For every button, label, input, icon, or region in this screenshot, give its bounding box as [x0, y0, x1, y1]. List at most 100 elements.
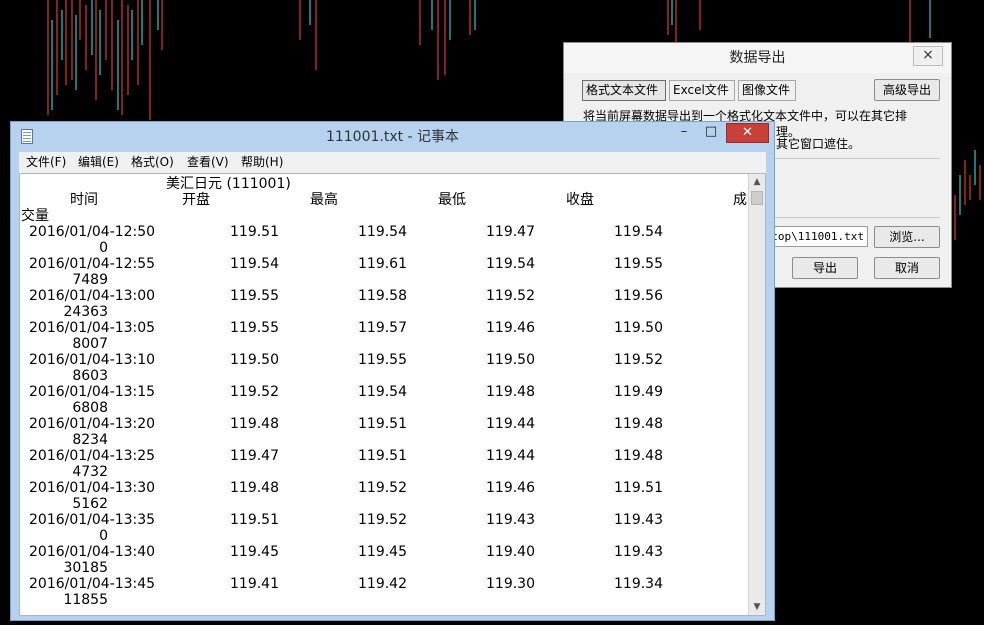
row-volume-cell: 5162	[72, 496, 108, 512]
row-low-cell: 119.46	[486, 480, 535, 496]
scroll-up-icon[interactable]: ▲	[749, 174, 765, 190]
menu-file[interactable]: 文件(F)	[26, 152, 66, 173]
scrollbar-thumb[interactable]	[751, 191, 763, 205]
row-volume-cell: 8007	[72, 336, 108, 352]
dialog-close-button[interactable]: ×	[913, 46, 943, 66]
row-close-cell: 119.48	[614, 448, 663, 464]
menu-bar: 文件(F) 编辑(E) 格式(O) 查看(V) 帮助(H)	[19, 152, 766, 173]
vertical-scrollbar[interactable]: ▲ ▼	[748, 174, 765, 615]
column-header-volume-wrap: 交量	[21, 208, 49, 224]
advanced-export-button[interactable]: 高级导出	[874, 79, 940, 101]
row-open-cell: 119.51	[230, 512, 279, 528]
row-close-cell: 119.49	[614, 384, 663, 400]
row-low-cell: 119.40	[486, 544, 535, 560]
dialog-title: 数据导出	[564, 43, 951, 73]
row-close-cell: 119.48	[614, 416, 663, 432]
row-close-cell: 119.51	[614, 480, 663, 496]
row-close-cell: 119.34	[614, 576, 663, 592]
menu-format[interactable]: 格式(O)	[131, 152, 174, 173]
row-close-cell: 119.43	[614, 512, 663, 528]
row-time-cell: 2016/01/04-13:40	[29, 544, 156, 560]
row-close-cell: 119.54	[614, 224, 663, 240]
text-editor-area[interactable]: 美汇日元 (111001) 时间 开盘 最高 最低 收盘 成 交量 2016/0…	[19, 173, 766, 616]
column-header-low: 最低	[438, 192, 466, 208]
row-time-cell: 2016/01/04-13:15	[29, 384, 156, 400]
row-close-cell: 119.43	[614, 544, 663, 560]
row-volume-cell: 0	[99, 240, 108, 256]
menu-edit[interactable]: 编辑(E)	[78, 152, 119, 173]
row-time-cell: 2016/01/04-13:00	[29, 288, 156, 304]
row-open-cell: 119.48	[230, 480, 279, 496]
row-volume-cell: 11855	[63, 592, 108, 608]
row-high-cell: 119.61	[358, 256, 407, 272]
scroll-down-icon[interactable]: ▼	[749, 599, 765, 615]
browse-button[interactable]: 浏览...	[874, 226, 940, 248]
row-open-cell: 119.52	[230, 384, 279, 400]
tab-excel[interactable]: Excel文件	[669, 80, 735, 101]
export-path-field[interactable]: xtop\111001.txt	[760, 226, 868, 247]
row-time-cell: 2016/01/04-13:35	[29, 512, 156, 528]
row-low-cell: 119.50	[486, 352, 535, 368]
notepad-window: 111001.txt - 记事本 – □ ✕ 文件(F) 编辑(E) 格式(O)…	[10, 121, 775, 621]
row-volume-cell: 6808	[72, 400, 108, 416]
row-close-cell: 119.52	[614, 352, 663, 368]
row-volume-cell: 30185	[63, 560, 108, 576]
row-open-cell: 119.47	[230, 448, 279, 464]
row-open-cell: 119.50	[230, 352, 279, 368]
row-close-cell: 119.56	[614, 288, 663, 304]
row-volume-cell: 7489	[72, 272, 108, 288]
row-low-cell: 119.47	[486, 224, 535, 240]
row-high-cell: 119.42	[358, 576, 407, 592]
notepad-title: 111001.txt - 记事本	[325, 129, 460, 145]
menu-help[interactable]: 帮助(H)	[241, 152, 283, 173]
row-open-cell: 119.51	[230, 224, 279, 240]
row-high-cell: 119.54	[358, 224, 407, 240]
row-high-cell: 119.58	[358, 288, 407, 304]
column-header-open: 开盘	[182, 192, 210, 208]
row-low-cell: 119.52	[486, 288, 535, 304]
row-time-cell: 2016/01/04-13:45	[29, 576, 156, 592]
row-time-cell: 2016/01/04-13:25	[29, 448, 156, 464]
row-volume-cell: 8603	[72, 368, 108, 384]
row-time-cell: 2016/01/04-13:10	[29, 352, 156, 368]
row-open-cell: 119.55	[230, 288, 279, 304]
row-low-cell: 119.44	[486, 416, 535, 432]
close-button[interactable]: ✕	[726, 123, 769, 143]
row-low-cell: 119.48	[486, 384, 535, 400]
row-low-cell: 119.30	[486, 576, 535, 592]
export-description-line3: 其它窗口遮住。	[776, 137, 861, 151]
row-high-cell: 119.51	[358, 416, 407, 432]
row-volume-cell: 24363	[63, 304, 108, 320]
row-time-cell: 2016/01/04-13:20	[29, 416, 156, 432]
minimize-button[interactable]: –	[671, 123, 697, 143]
row-close-cell: 119.55	[614, 256, 663, 272]
row-high-cell: 119.57	[358, 320, 407, 336]
export-button[interactable]: 导出	[792, 257, 858, 279]
column-header-high: 最高	[310, 192, 338, 208]
row-close-cell: 119.50	[614, 320, 663, 336]
row-high-cell: 119.51	[358, 448, 407, 464]
row-volume-cell: 0	[99, 528, 108, 544]
maximize-button[interactable]: □	[698, 123, 724, 143]
column-header-volume-part: 成	[733, 192, 747, 208]
row-high-cell: 119.54	[358, 384, 407, 400]
cancel-button[interactable]: 取消	[874, 257, 940, 279]
row-high-cell: 119.52	[358, 512, 407, 528]
row-open-cell: 119.41	[230, 576, 279, 592]
row-low-cell: 119.44	[486, 448, 535, 464]
row-open-cell: 119.54	[230, 256, 279, 272]
tab-formatted-text[interactable]: 格式文本文件	[582, 80, 666, 101]
column-header-close: 收盘	[566, 192, 594, 208]
row-high-cell: 119.45	[358, 544, 407, 560]
tab-image[interactable]: 图像文件	[738, 80, 796, 101]
row-high-cell: 119.55	[358, 352, 407, 368]
file-header-title: 美汇日元 (111001)	[166, 176, 291, 192]
column-header-time: 时间	[70, 192, 98, 208]
row-time-cell: 2016/01/04-13:30	[29, 480, 156, 496]
row-open-cell: 119.48	[230, 416, 279, 432]
row-time-cell: 2016/01/04-12:55	[29, 256, 156, 272]
row-volume-cell: 8234	[72, 432, 108, 448]
row-low-cell: 119.54	[486, 256, 535, 272]
row-time-cell: 2016/01/04-12:50	[29, 224, 156, 240]
menu-view[interactable]: 查看(V)	[187, 152, 229, 173]
